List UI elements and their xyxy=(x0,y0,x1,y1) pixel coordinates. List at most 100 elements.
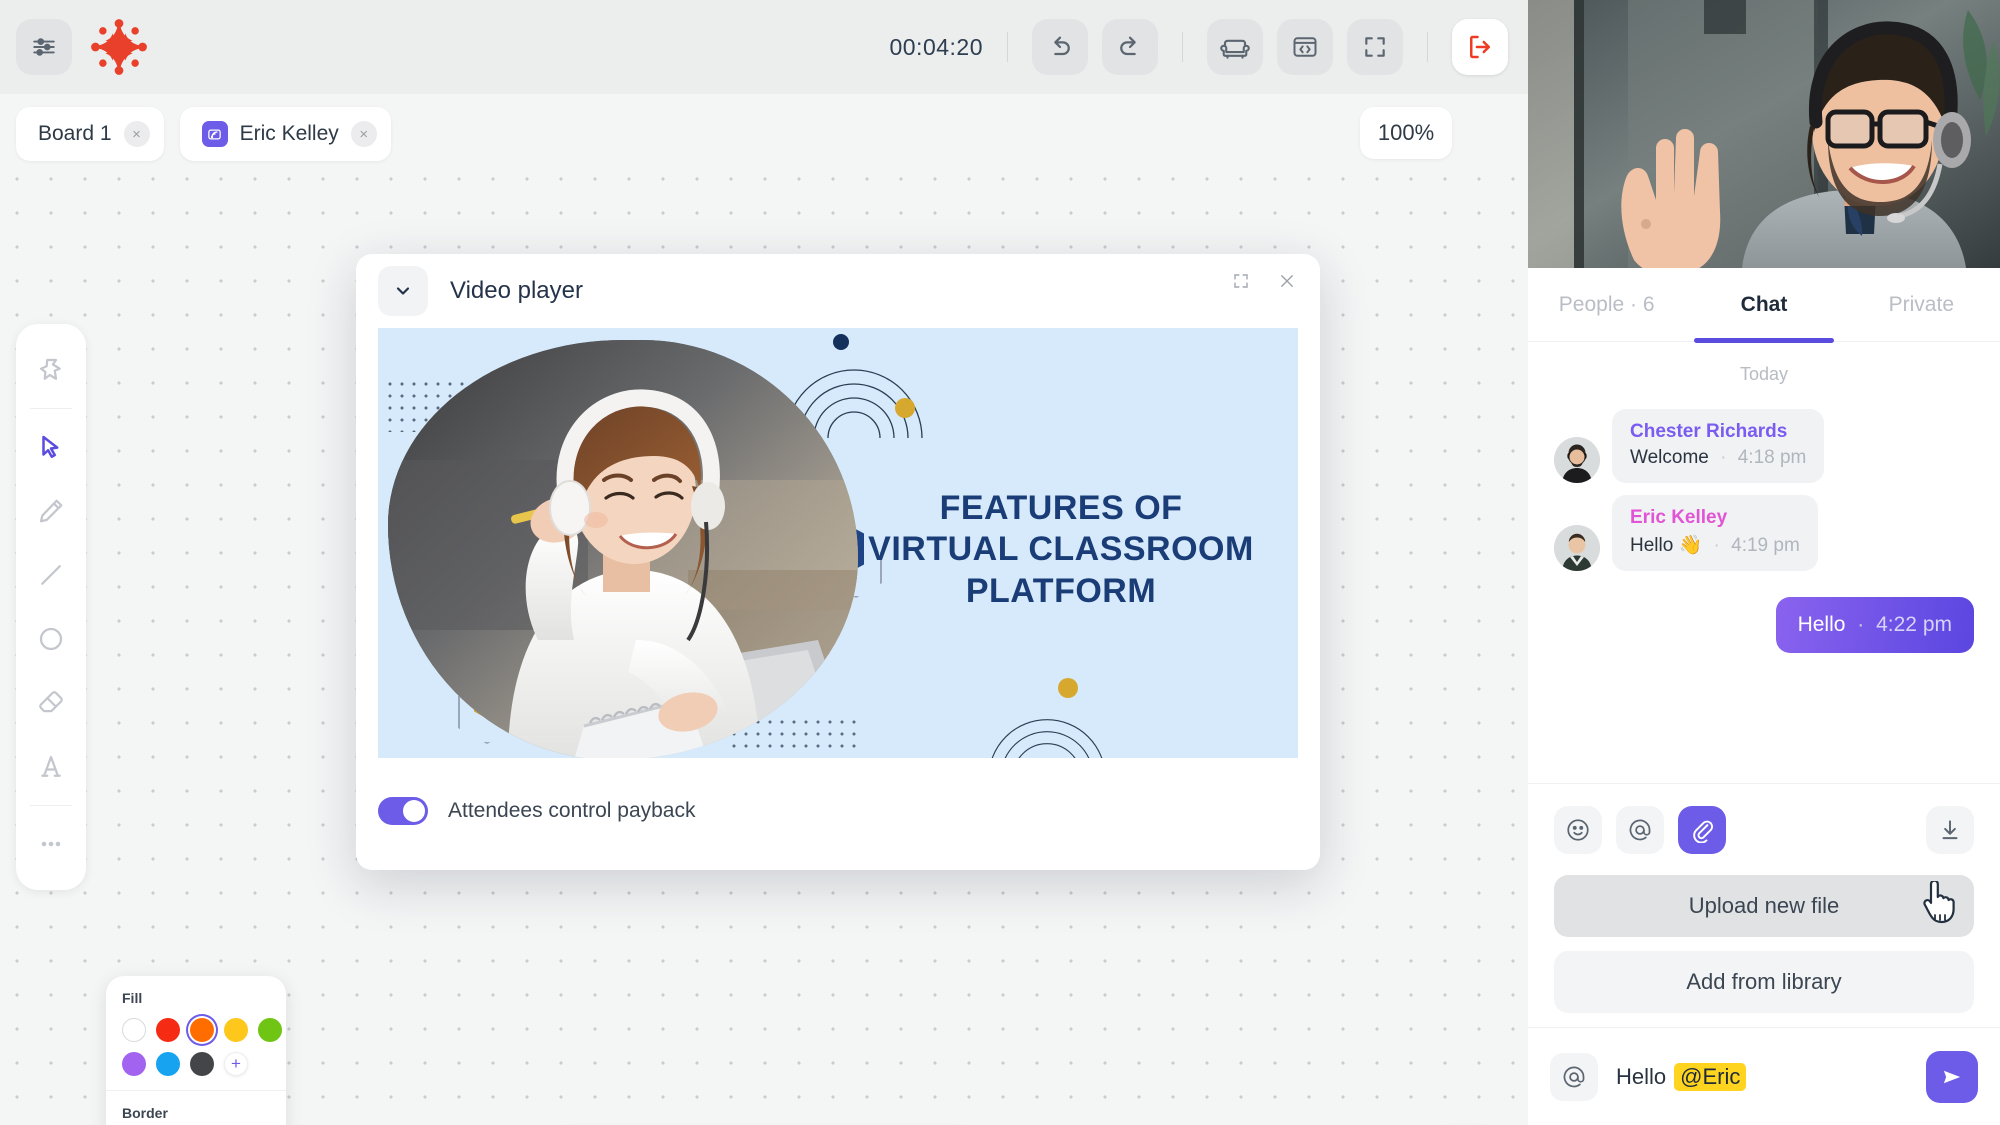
gold-dot-decoration xyxy=(895,398,915,418)
eraser-tool[interactable] xyxy=(23,675,79,731)
fill-swatch[interactable] xyxy=(258,1018,282,1042)
message-separator: · xyxy=(1713,535,1720,556)
tab-people[interactable]: People · 6 xyxy=(1528,268,1685,341)
paperclip-icon[interactable] xyxy=(1678,805,1726,854)
code-icon[interactable] xyxy=(1277,19,1333,75)
fill-swatch[interactable] xyxy=(156,1018,180,1042)
zoom-level[interactable]: 100% xyxy=(1360,107,1452,159)
divider xyxy=(30,408,72,409)
attendees-control-toggle[interactable] xyxy=(378,797,428,825)
send-button[interactable] xyxy=(1926,1050,1978,1103)
expand-icon[interactable] xyxy=(1228,268,1254,294)
chat-bubble-outgoing: Hello · 4:22 pm xyxy=(1775,597,1974,653)
upload-new-file-button[interactable]: Upload new file xyxy=(1554,875,1974,937)
message-input-text: Hello xyxy=(1616,1063,1667,1089)
board-tab-1[interactable]: Board 1 × xyxy=(16,107,164,161)
tab-private[interactable]: Private xyxy=(1843,268,2000,341)
border-label: Border xyxy=(122,1105,168,1121)
mention-chip: @Eric xyxy=(1674,1062,1747,1091)
add-from-library-button[interactable]: Add from library xyxy=(1554,951,1974,1013)
slide-heading-line-2: VIRTUAL CLASSROOM xyxy=(868,530,1254,569)
slide-heading-line-1: FEATURES OF xyxy=(939,489,1183,527)
pencil-tool[interactable] xyxy=(23,483,79,539)
modal-title: Video player xyxy=(450,277,583,304)
border-section: Border + xyxy=(106,1090,286,1125)
at-icon[interactable] xyxy=(1616,805,1664,854)
slide-heading-line-3: PLATFORM xyxy=(965,571,1157,610)
fill-swatch-selected[interactable] xyxy=(190,1018,214,1042)
download-icon[interactable] xyxy=(1926,805,1974,854)
fill-swatch[interactable] xyxy=(122,1018,146,1042)
board-tab-label: Board 1 xyxy=(38,122,112,145)
close-icon[interactable]: × xyxy=(350,121,377,147)
message-separator: · xyxy=(1857,613,1865,636)
tool-rail xyxy=(16,324,86,890)
color-panel: Fill + Border xyxy=(106,976,286,1125)
snowflake-logo xyxy=(88,16,150,78)
redo-icon[interactable] xyxy=(1102,19,1158,75)
whiteboard-canvas[interactable]: Board 1 × Eric Kelley × 100% Fill + Bord… xyxy=(0,94,1528,1125)
sofa-icon[interactable] xyxy=(1207,19,1263,75)
message-input[interactable]: Hello @Eric xyxy=(1616,1062,1908,1091)
avatar xyxy=(1554,437,1600,483)
chevron-down-icon[interactable] xyxy=(378,266,428,316)
tab-chat[interactable]: Chat xyxy=(1685,268,1842,341)
divider xyxy=(1182,32,1183,62)
fill-swatch[interactable] xyxy=(122,1052,146,1076)
divider xyxy=(1427,32,1428,62)
message-separator: · xyxy=(1720,447,1727,468)
video-player-modal: Video player FEATURES OF VIRTUAL CLASSRO… xyxy=(356,254,1320,870)
modal-actions xyxy=(1228,268,1300,294)
chat-bubble: Chester Richards Welcome · 4:18 pm xyxy=(1612,409,1825,483)
chat-bubble: Eric Kelley Hello 👋 · 4:19 pm xyxy=(1612,495,1818,571)
text-tool[interactable] xyxy=(23,739,79,795)
add-fill-color-button[interactable]: + xyxy=(224,1052,248,1076)
toggle-knob xyxy=(403,800,425,822)
screen-share-icon xyxy=(201,121,228,147)
fill-swatch[interactable] xyxy=(156,1052,180,1076)
sliders-icon[interactable] xyxy=(16,19,72,75)
line-tool[interactable] xyxy=(23,547,79,603)
divider xyxy=(30,805,72,806)
chat-message-outgoing: Hello · 4:22 pm xyxy=(1554,597,1974,653)
upload-new-file-label: Upload new file xyxy=(1688,893,1840,918)
day-marker: Today xyxy=(1739,364,1789,384)
player-footer: Attendees control payback xyxy=(356,758,1320,864)
undo-icon[interactable] xyxy=(1032,19,1088,75)
presenter-photo xyxy=(388,340,858,758)
right-panel: People · 6 Chat Private Today Chester Ri… xyxy=(1528,0,2000,1125)
chat-tab-bar: People · 6 Chat Private xyxy=(1528,268,2000,342)
fullscreen-icon[interactable] xyxy=(1347,19,1403,75)
concentric-arcs-decoration xyxy=(968,658,1138,758)
ellipse-tool[interactable] xyxy=(23,611,79,667)
video-slide[interactable]: FEATURES OF VIRTUAL CLASSROOM PLATFORM xyxy=(378,328,1298,758)
fill-section: Fill + xyxy=(106,976,286,1090)
message-body: Welcome · 4:18 pm xyxy=(1630,447,1806,469)
board-tabs: Board 1 × Eric Kelley × 100% xyxy=(0,94,1528,174)
fill-swatch-row-2: + xyxy=(122,1052,270,1076)
at-icon[interactable] xyxy=(1550,1052,1598,1101)
chat-message-list: Today Chester Richards Welcome · 4:18 pm… xyxy=(1528,342,2000,783)
board-tab-2[interactable]: Eric Kelley × xyxy=(179,107,391,161)
fill-swatch[interactable] xyxy=(224,1018,248,1042)
close-icon[interactable] xyxy=(1274,268,1300,294)
top-toolbar: 00:04:20 xyxy=(0,0,1528,94)
participant-video-feed[interactable] xyxy=(1528,0,2000,268)
board-tab-label: Eric Kelley xyxy=(239,122,339,145)
message-composer: Hello @Eric xyxy=(1528,1027,2000,1125)
more-tool[interactable] xyxy=(23,816,79,872)
presenter-illustration xyxy=(388,340,858,758)
emoji-icon[interactable] xyxy=(1554,805,1602,854)
session-timer: 00:04:20 xyxy=(889,33,983,60)
sticky-note-tool[interactable] xyxy=(23,342,79,398)
message-text: Hello 👋 xyxy=(1630,535,1703,556)
message-author: Chester Richards xyxy=(1630,421,1788,442)
slide-heading: FEATURES OF VIRTUAL CLASSROOM PLATFORM xyxy=(846,488,1276,612)
exit-icon[interactable] xyxy=(1452,19,1508,75)
fill-swatch[interactable] xyxy=(190,1052,214,1076)
message-body: Hello · 4:22 pm xyxy=(1798,613,1952,637)
select-tool[interactable] xyxy=(23,419,79,475)
mouse-cursor xyxy=(1922,879,1956,931)
fill-swatch-row-1 xyxy=(122,1018,282,1042)
close-icon[interactable]: × xyxy=(123,121,150,147)
